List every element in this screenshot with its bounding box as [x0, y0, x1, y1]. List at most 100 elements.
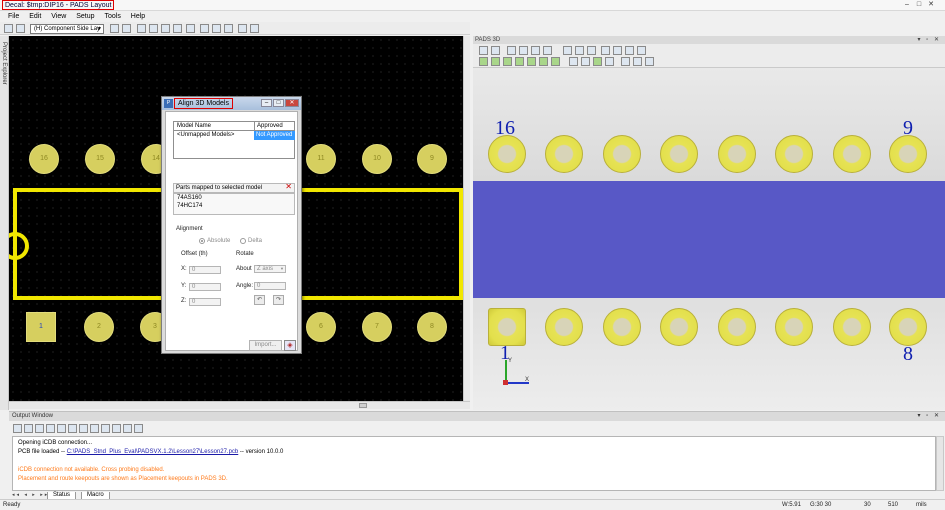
pads3d-viewport[interactable]: 16 9 1 8 X Y [473, 68, 945, 410]
pad-11[interactable]: 11 [306, 144, 336, 174]
undo-icon[interactable] [161, 24, 170, 33]
stop-icon[interactable] [35, 424, 44, 433]
offset-z-field[interactable]: 0 [189, 298, 221, 306]
maximize-button[interactable]: □ [913, 1, 925, 9]
run-icon[interactable] [112, 424, 121, 433]
refresh-icon[interactable] [46, 424, 55, 433]
zoom-in-icon[interactable] [563, 46, 572, 55]
back-icon[interactable] [13, 424, 22, 433]
angle-field[interactable]: 0 [254, 282, 286, 290]
refresh-icon[interactable] [122, 24, 131, 33]
zoom-fit-icon[interactable] [587, 46, 596, 55]
rotate-ccw-button[interactable]: ↶ [254, 295, 265, 305]
scroll-thumb[interactable] [359, 403, 367, 408]
approved-cell[interactable]: Not Approved [254, 131, 295, 140]
output-panel-controls[interactable]: ▾ ▫ ✕ [918, 412, 942, 421]
cut-icon[interactable] [507, 46, 516, 55]
dialog-title-bar[interactable]: P Align 3D Models – □ ✕ [162, 97, 301, 110]
open-model-icon[interactable] [479, 46, 488, 55]
offset-y-field[interactable]: 0 [189, 283, 221, 291]
redo-icon[interactable] [173, 24, 182, 33]
find-icon[interactable] [101, 424, 110, 433]
camera-icon[interactable] [625, 46, 634, 55]
offset-x-field[interactable]: 0 [189, 266, 221, 274]
tab-nav-arrows[interactable]: ◂◂ ◂ ▸ ▸▸ [12, 492, 49, 498]
menu-view[interactable]: View [51, 11, 66, 22]
menu-file[interactable]: File [8, 11, 19, 22]
output-log[interactable]: Opening iCDB connection... PCB file load… [12, 436, 936, 491]
help-icon[interactable]: ◈ [284, 340, 296, 351]
table-row[interactable]: <Unmapped Models> Not Approved [174, 131, 295, 140]
save-log-icon[interactable] [68, 424, 77, 433]
delta-radio[interactable] [240, 238, 246, 244]
layer-filter-icon[interactable] [633, 57, 642, 66]
menu-help[interactable]: Help [131, 11, 145, 22]
pad-15[interactable]: 15 [85, 144, 115, 174]
close-button[interactable]: ✕ [925, 1, 937, 9]
left-view-icon[interactable] [539, 57, 548, 66]
right-view-icon[interactable] [551, 57, 560, 66]
filter-icon[interactable] [621, 57, 630, 66]
pad-6[interactable]: 6 [306, 312, 336, 342]
rotate-view-icon[interactable] [593, 57, 602, 66]
display-icon[interactable] [212, 24, 221, 33]
home-icon[interactable] [57, 424, 66, 433]
fit-view-icon[interactable] [569, 57, 578, 66]
dialog-maximize-button[interactable]: □ [273, 99, 284, 107]
paste-icon[interactable] [531, 46, 540, 55]
board-icon[interactable] [149, 24, 158, 33]
3d-view-icon[interactable] [250, 24, 259, 33]
settings-icon[interactable] [637, 46, 646, 55]
view-icon[interactable] [137, 24, 146, 33]
top-view-icon[interactable] [491, 57, 500, 66]
menu-edit[interactable]: Edit [29, 11, 41, 22]
redraw-icon[interactable] [110, 24, 119, 33]
col-approved[interactable]: Approved [254, 122, 283, 130]
back-view-icon[interactable] [527, 57, 536, 66]
pads3d-panel-controls[interactable]: ▾ ▫ ✕ [918, 36, 942, 44]
col-model-name[interactable]: Model Name [177, 122, 211, 130]
table-icon[interactable] [134, 424, 143, 433]
front-view-icon[interactable] [515, 57, 524, 66]
pad-16[interactable]: 16 [29, 144, 59, 174]
pad-1[interactable]: 1 [26, 312, 56, 342]
canvas-horizontal-scrollbar[interactable] [9, 401, 470, 409]
script-icon[interactable] [123, 424, 132, 433]
pad-2[interactable]: 2 [84, 312, 114, 342]
dialog-minimize-button[interactable]: – [261, 99, 272, 107]
pad-10[interactable]: 10 [362, 144, 392, 174]
list-item[interactable]: 74HC174 [174, 202, 294, 210]
delete-icon[interactable] [79, 424, 88, 433]
forward-icon[interactable] [24, 424, 33, 433]
render-icon[interactable] [605, 57, 614, 66]
copy-icon[interactable] [519, 46, 528, 55]
options-icon[interactable] [645, 57, 654, 66]
measure-icon[interactable] [601, 46, 610, 55]
print-icon[interactable] [90, 424, 99, 433]
about-select[interactable]: Z axis ▼ [254, 265, 286, 273]
minimize-button[interactable]: – [901, 1, 913, 9]
layer-select[interactable]: (H) Component Side Lay ▼ [30, 24, 104, 34]
iso-view-icon[interactable] [479, 57, 488, 66]
warning-icon[interactable] [613, 46, 622, 55]
absolute-radio[interactable] [199, 238, 205, 244]
layers-icon[interactable] [200, 24, 209, 33]
menu-tools[interactable]: Tools [105, 11, 121, 22]
zoom-out-icon[interactable] [575, 46, 584, 55]
rotate-cw-button[interactable]: ↷ [273, 295, 284, 305]
save-model-icon[interactable] [491, 46, 500, 55]
bottom-view-icon[interactable] [503, 57, 512, 66]
pad-7[interactable]: 7 [362, 312, 392, 342]
print-icon[interactable] [543, 46, 552, 55]
pad-8[interactable]: 8 [417, 312, 447, 342]
grid-icon[interactable] [224, 24, 233, 33]
menu-setup[interactable]: Setup [76, 11, 94, 22]
pcb-file-link[interactable]: C:\PADS_Stnd_Plus_Eval\PADSVX.1.2\Lesson… [67, 449, 239, 455]
import-button[interactable]: Import... [249, 340, 282, 351]
zoom-icon[interactable] [186, 24, 195, 33]
dialog-close-button[interactable]: ✕ [285, 99, 299, 107]
output-scrollbar[interactable] [936, 436, 944, 491]
pad-9[interactable]: 9 [417, 144, 447, 174]
remove-icon[interactable]: ✕ [285, 183, 292, 191]
select-icon[interactable] [238, 24, 247, 33]
